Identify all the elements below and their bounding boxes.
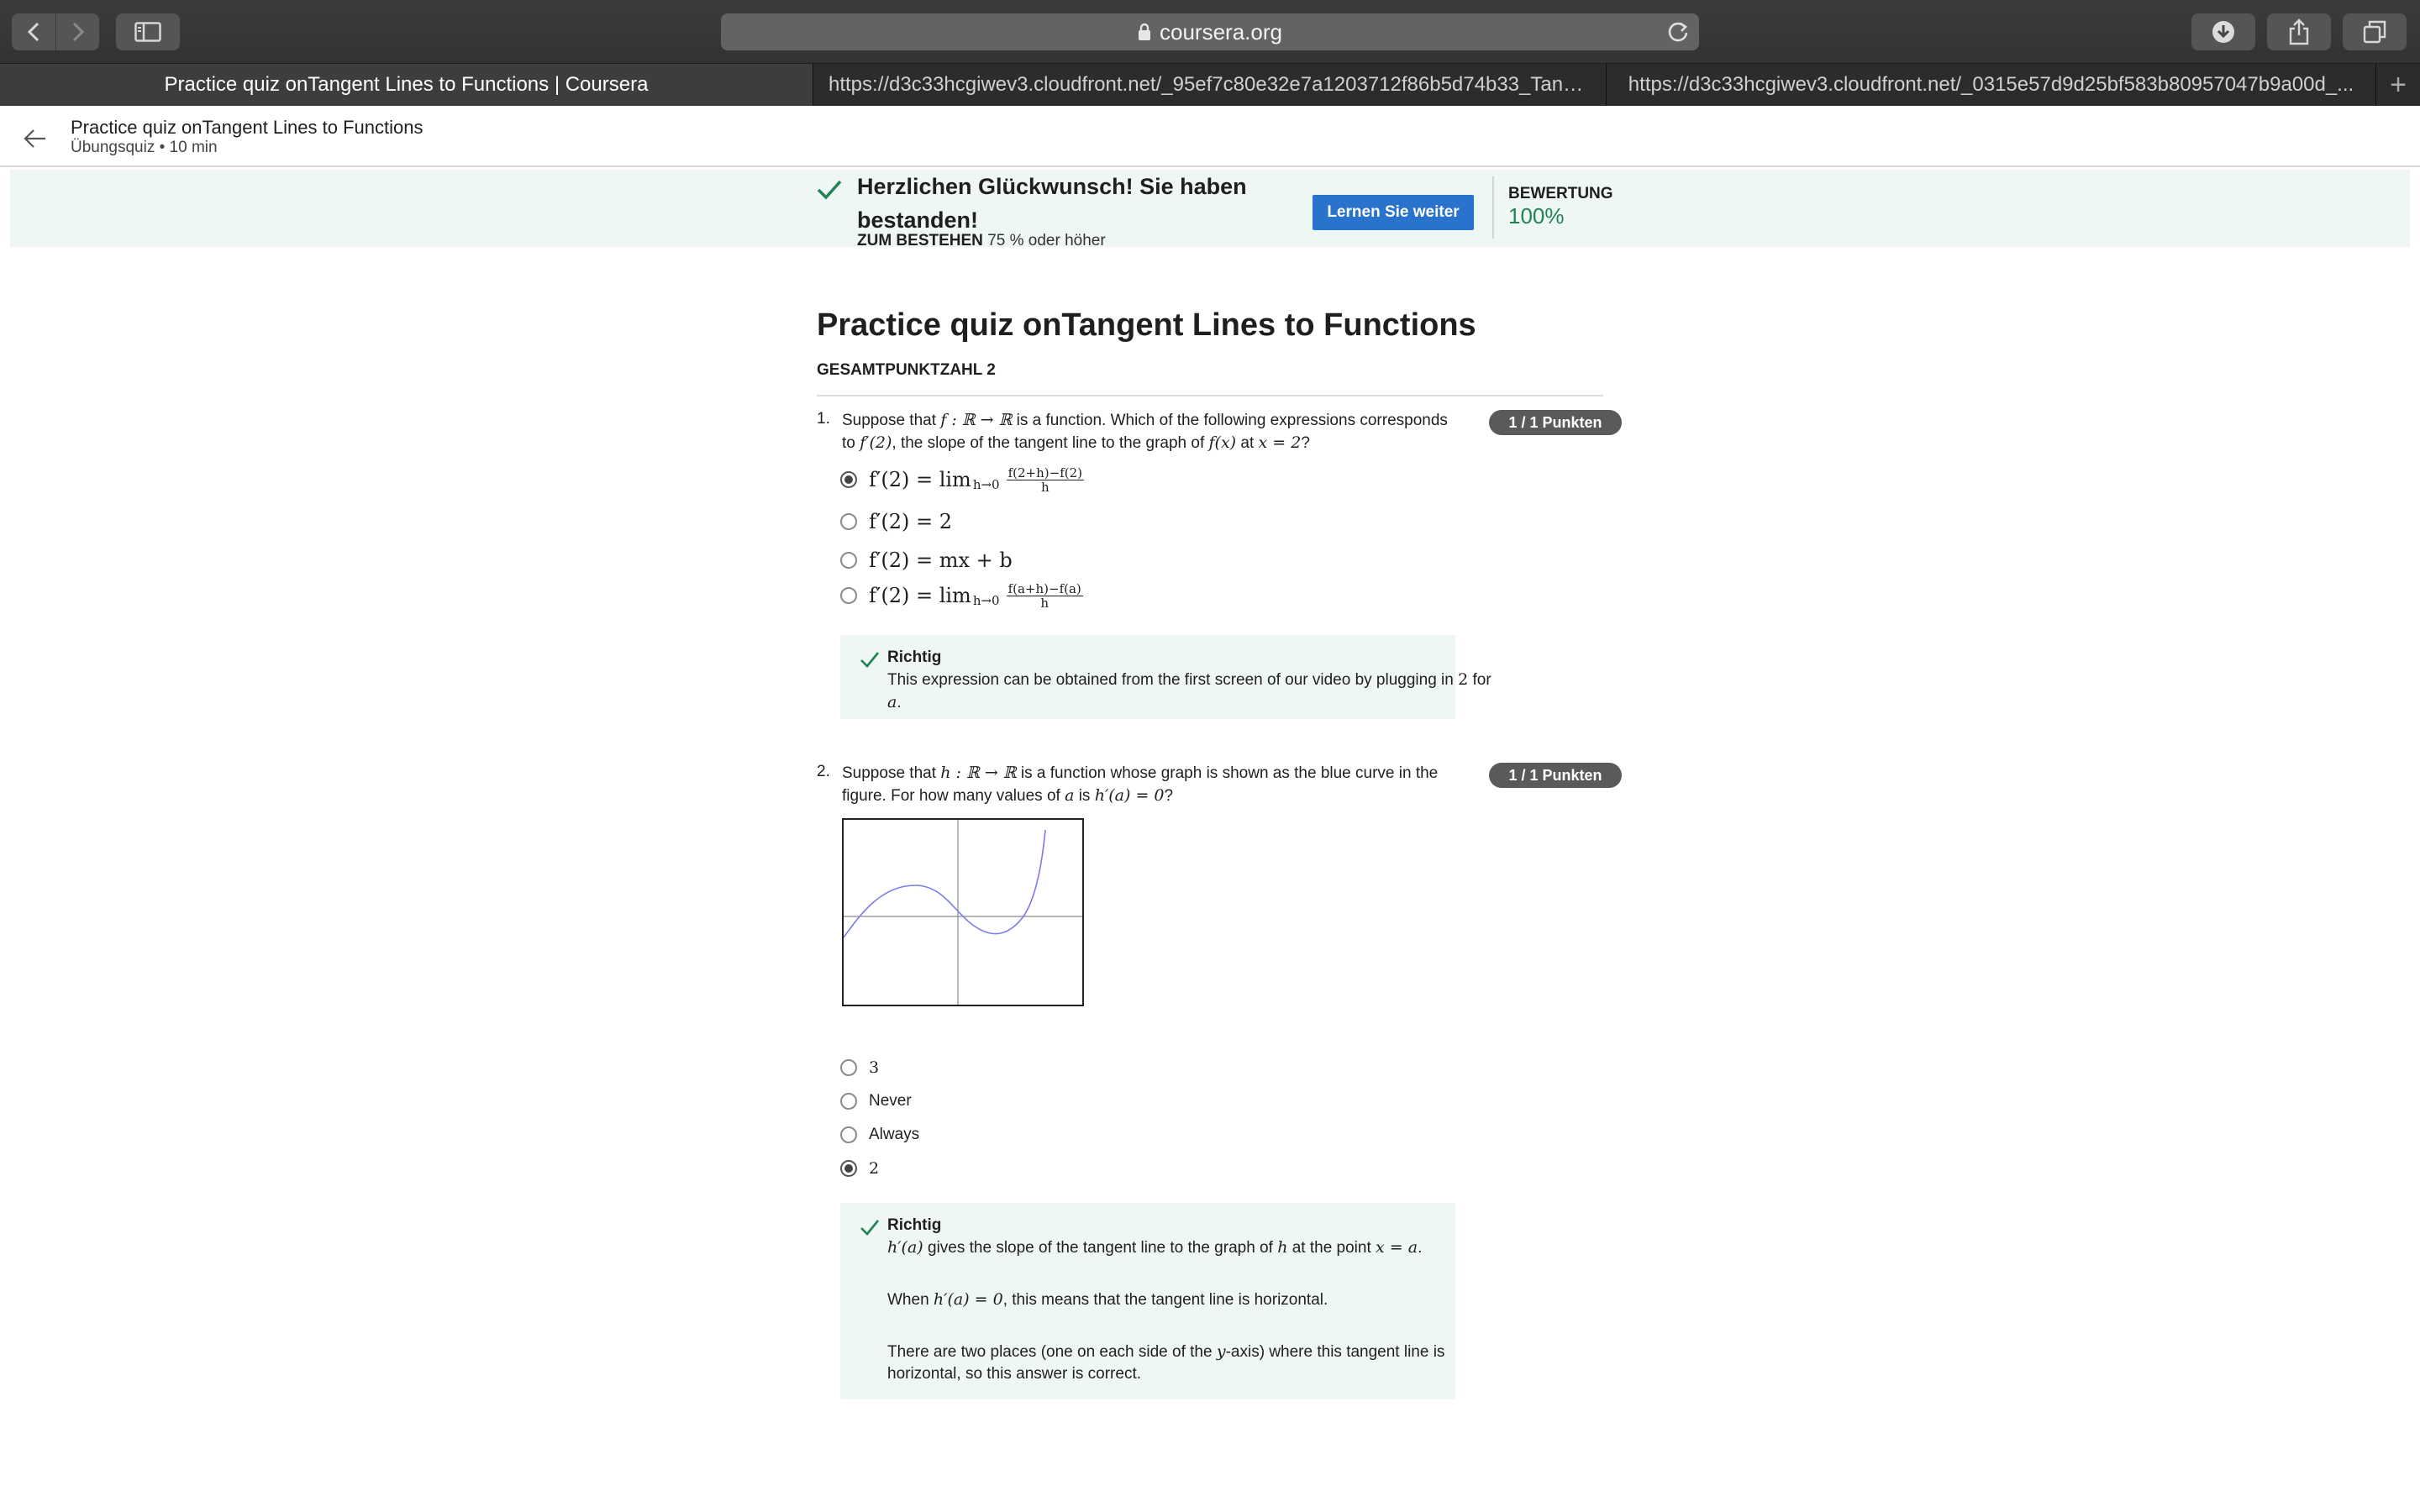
feedback-line-1: h′(a) gives the slope of the tangent lin… [887,1238,1423,1257]
pass-label: ZUM BESTEHEN [857,232,983,249]
grade-label: BEWERTUNG [1508,185,1613,202]
divider [817,395,1603,396]
question-number: 1. [817,410,830,428]
new-tab-button[interactable]: + [2376,64,2420,106]
radio-button[interactable] [840,471,857,488]
address-bar[interactable]: coursera.org [721,13,1699,50]
feedback-line-3: There are two places (one on each side o… [887,1342,1445,1383]
plus-icon: + [2390,68,2407,101]
question-number: 2. [817,763,830,780]
q2-feedback: Richtig h′(a) gives the slope of the tan… [840,1203,1455,1399]
radio-button[interactable] [840,1059,857,1076]
divider [1492,176,1494,239]
check-icon [860,1220,880,1236]
tab-bar: Practice quiz onTangent Lines to Functio… [0,64,2420,106]
tab-cloudfront-2[interactable]: https://d3c33hcgiwev3.cloudfront.net/_03… [1607,64,2376,106]
tab-coursera-quiz[interactable]: Practice quiz onTangent Lines to Functio… [0,64,813,106]
graph-svg [843,820,1082,1005]
continue-learning-button[interactable]: Lernen Sie weiter [1313,195,1474,230]
q1-option-1[interactable]: f′(2) = lim h→0 f(2+h)−f(2) h [840,465,1084,494]
tab-cloudfront-1[interactable]: https://d3c33hcgiwev3.cloudfront.net/_95… [813,64,1607,106]
q1-option-2[interactable]: f′(2) = 2 [840,507,952,536]
sidebar-toggle-button[interactable] [116,13,180,50]
pass-requirement: ZUM BESTEHEN 75 % oder höher [857,232,1106,250]
blue-curve [843,829,1046,938]
page-header: Practice quiz onTangent Lines to Functio… [0,107,2420,167]
pass-banner: Herzlichen Glückwunsch! Sie haben bestan… [10,170,2410,250]
radio-button[interactable] [840,1126,857,1143]
q2-option-4[interactable]: 2 [840,1154,879,1183]
question-2-text: Suppose that h : ℝ → ℝ is a function who… [842,764,1439,805]
browser-toolbar: coursera.org [0,0,2420,64]
radio-button[interactable] [840,1160,857,1177]
quiz-title: Practice quiz onTangent Lines to Functio… [817,307,1476,343]
page-subtitle: Übungsquiz • 10 min [71,139,218,156]
downloads-button[interactable] [2191,13,2255,50]
forward-icon [72,22,84,42]
banner-title: Herzlichen Glückwunsch! Sie haben bestan… [857,174,1247,233]
reload-icon[interactable] [1665,19,1691,45]
radio-button[interactable] [840,513,857,530]
radio-button[interactable] [840,1093,857,1110]
show-tabs-button[interactable] [2343,13,2407,50]
share-icon [2289,18,2309,45]
check-icon [860,652,880,668]
points-badge: 1 / 1 Punkten [1489,763,1622,788]
check-icon [817,180,842,200]
question-1-text: Suppose that f : ℝ → ℝ is a function. Wh… [842,411,1448,452]
tabs-icon [2363,20,2386,44]
q2-option-3[interactable]: Always [840,1121,919,1149]
q1-option-4[interactable]: f′(2) = lim h→0 f(a+h)−f(a) h [840,581,1083,610]
address-text: coursera.org [1160,18,1282,45]
feedback-text: This expression can be obtained from the… [887,670,1491,711]
download-icon [2212,21,2234,43]
grade-value: 100% [1508,203,1565,228]
pass-value: 75 % oder höher [987,232,1106,249]
q2-option-2[interactable]: Never [840,1087,912,1116]
back-button[interactable] [12,13,55,50]
nav-buttons [12,13,99,50]
q1-option-3[interactable]: f′(2) = mx + b [840,546,1013,575]
total-points: GESAMTPUNKTZAHL 2 [817,361,996,379]
function-graph [842,818,1084,1006]
radio-button[interactable] [840,587,857,604]
feedback-title: Richtig [887,648,942,666]
forward-button[interactable] [55,13,99,50]
q1-feedback: Richtig This expression can be obtained … [840,635,1491,719]
feedback-title: Richtig [887,1216,942,1234]
page-title: Practice quiz onTangent Lines to Functio… [71,117,424,138]
sidebar-icon [134,22,161,42]
back-icon [27,22,39,42]
q2-option-1[interactable]: 3 [840,1053,879,1082]
radio-button[interactable] [840,552,857,569]
points-badge: 1 / 1 Punkten [1489,410,1622,435]
feedback-line-2: When h′(a) = 0, this means that the tang… [887,1290,1328,1309]
share-button[interactable] [2267,13,2331,50]
lock-icon [1139,23,1151,40]
arrow-left-icon[interactable] [22,125,49,152]
